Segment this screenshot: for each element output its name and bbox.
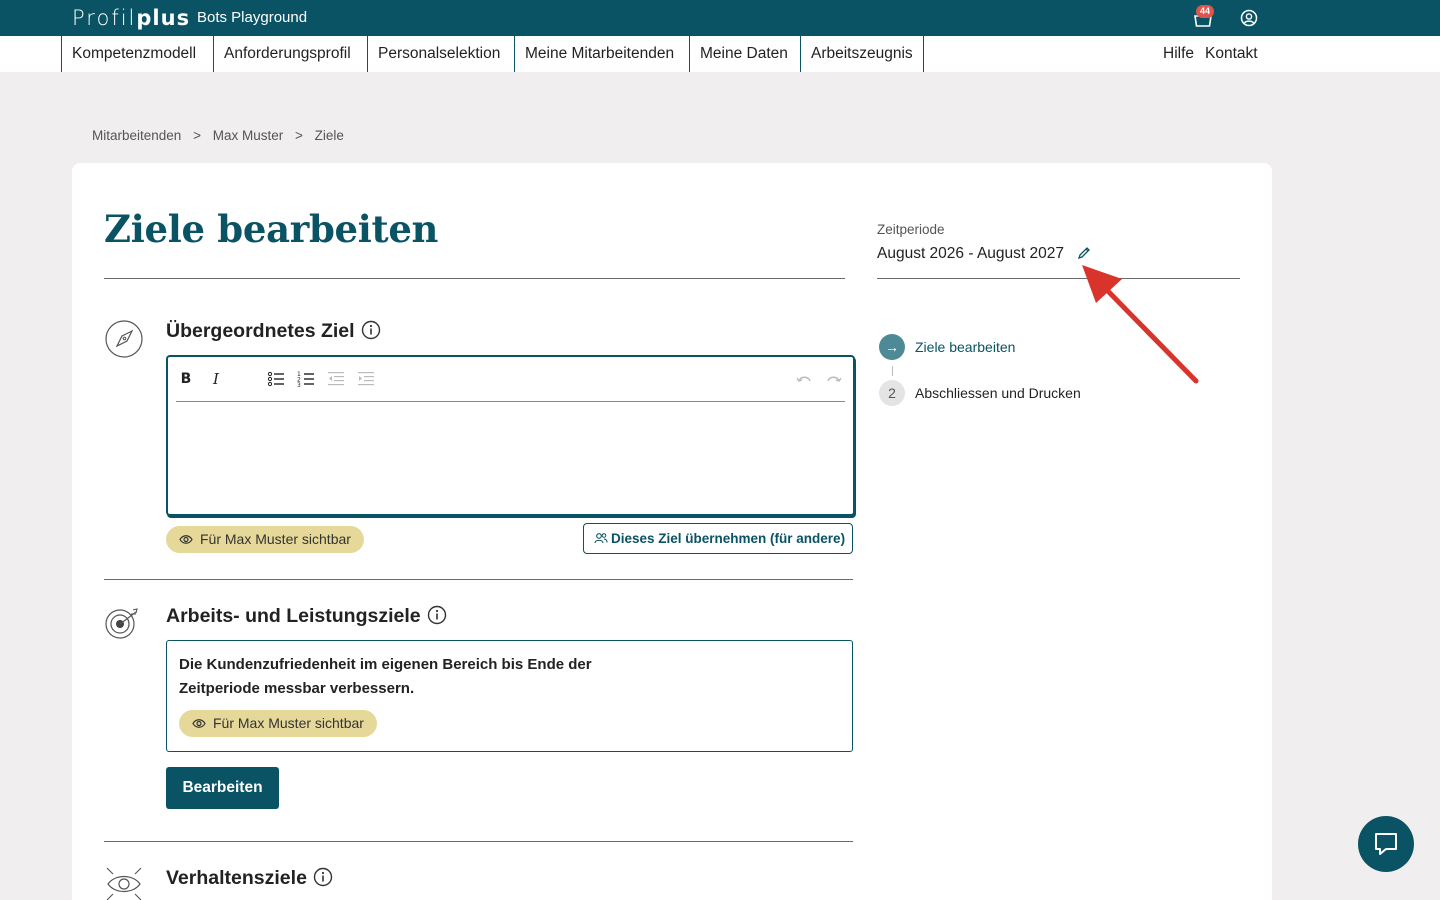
edit-button[interactable]: Bearbeiten: [166, 767, 279, 809]
eye-icon: [192, 719, 206, 728]
period-divider: [877, 278, 1240, 279]
eye-icon: [179, 535, 193, 544]
outdent-icon[interactable]: [326, 369, 346, 389]
chat-bubble-icon: [1375, 833, 1397, 855]
redo-icon[interactable]: [824, 369, 844, 389]
adopt-goal-button[interactable]: Dieses Ziel übernehmen (für andere): [583, 523, 853, 554]
period-value: August 2026 - August 2027: [877, 245, 1065, 262]
italic-button[interactable]: I: [206, 369, 226, 389]
bold-button[interactable]: B: [176, 369, 196, 389]
section-divider: [104, 579, 853, 580]
info-icon[interactable]: [427, 605, 447, 625]
step-label: Ziele bearbeiten: [915, 339, 1016, 355]
eye-focus-icon: [106, 867, 142, 900]
breadcrumb-ziele: Ziele: [314, 128, 344, 143]
numbered-list-icon[interactable]: 1 2 3: [296, 369, 316, 389]
nav-meine-mitarbeitenden[interactable]: Meine Mitarbeitenden: [514, 36, 684, 72]
chat-button[interactable]: [1358, 816, 1414, 872]
section-title-arbeits-leistungsziele: Arbeits- und Leistungsziele: [166, 605, 447, 628]
profilplus-logo[interactable]: Profilplus: [72, 6, 190, 30]
rich-text-editor[interactable]: B I 1 2 3: [166, 355, 855, 516]
nav-help[interactable]: Hilfe: [1163, 36, 1194, 72]
top-bar: Profilplus Bots Playground 44: [0, 0, 1440, 36]
section-title-uebergeordnetes-ziel: Übergeordnetes Ziel: [166, 320, 381, 343]
edit-period-pencil-icon[interactable]: [1077, 246, 1091, 260]
compass-icon: [105, 320, 143, 358]
undo-icon[interactable]: [794, 369, 814, 389]
breadcrumb: Mitarbeitenden > Max Muster > Ziele: [92, 128, 344, 143]
app-name: Bots Playground: [197, 9, 308, 26]
breadcrumb-separator: >: [193, 128, 201, 143]
breadcrumb-mitarbeitenden[interactable]: Mitarbeitenden: [92, 128, 181, 143]
visibility-label: Für Max Muster sichtbar: [213, 715, 364, 731]
nav-arbeitszeugnis[interactable]: Arbeitszeugnis: [800, 36, 924, 72]
user-account-icon[interactable]: [1240, 9, 1258, 27]
goal-text: Die Kundenzufriedenheit im eigenen Berei…: [179, 656, 592, 697]
visibility-badge[interactable]: Für Max Muster sichtbar: [179, 710, 377, 737]
adopt-goal-label: Dieses Ziel übernehmen (für andere): [611, 531, 846, 546]
main-nav: Kompetenzmodell Anforderungsprofil Perso…: [0, 36, 1440, 72]
nav-kompetenzmodell[interactable]: Kompetenzmodell: [61, 36, 206, 72]
nav-contact[interactable]: Kontakt: [1205, 36, 1258, 72]
nav-anforderungsprofil[interactable]: Anforderungsprofil: [213, 36, 361, 72]
step-connector: [892, 366, 893, 376]
breadcrumb-separator: >: [295, 128, 303, 143]
step-label: Abschliessen und Drucken: [915, 385, 1081, 401]
step-arrow-icon: →: [879, 334, 905, 360]
toolbar-divider: [176, 401, 845, 402]
nav-personalselektion[interactable]: Personalselektion: [367, 36, 510, 72]
breadcrumb-max-muster[interactable]: Max Muster: [213, 128, 284, 143]
section-title-verhaltensziele: Verhaltensziele: [166, 867, 333, 890]
indent-icon[interactable]: [356, 369, 376, 389]
users-icon: [594, 533, 608, 544]
goal-card: Die Kundenzufriedenheit im eigenen Berei…: [166, 640, 853, 752]
step-number: 2: [879, 380, 905, 406]
bullet-list-icon[interactable]: [266, 369, 286, 389]
visibility-label: Für Max Muster sichtbar: [200, 531, 351, 547]
page-title: Ziele bearbeiten: [104, 207, 439, 251]
info-icon[interactable]: [361, 320, 381, 340]
target-icon: [105, 608, 138, 639]
title-divider: [104, 278, 845, 279]
nav-meine-daten[interactable]: Meine Daten: [689, 36, 798, 72]
visibility-badge[interactable]: Für Max Muster sichtbar: [166, 526, 364, 553]
cart-count-badge: 44: [1196, 5, 1215, 18]
period-label: Zeitperiode: [877, 222, 945, 237]
section-divider: [104, 841, 853, 842]
info-icon[interactable]: [313, 867, 333, 887]
svg-text:3: 3: [297, 382, 301, 389]
